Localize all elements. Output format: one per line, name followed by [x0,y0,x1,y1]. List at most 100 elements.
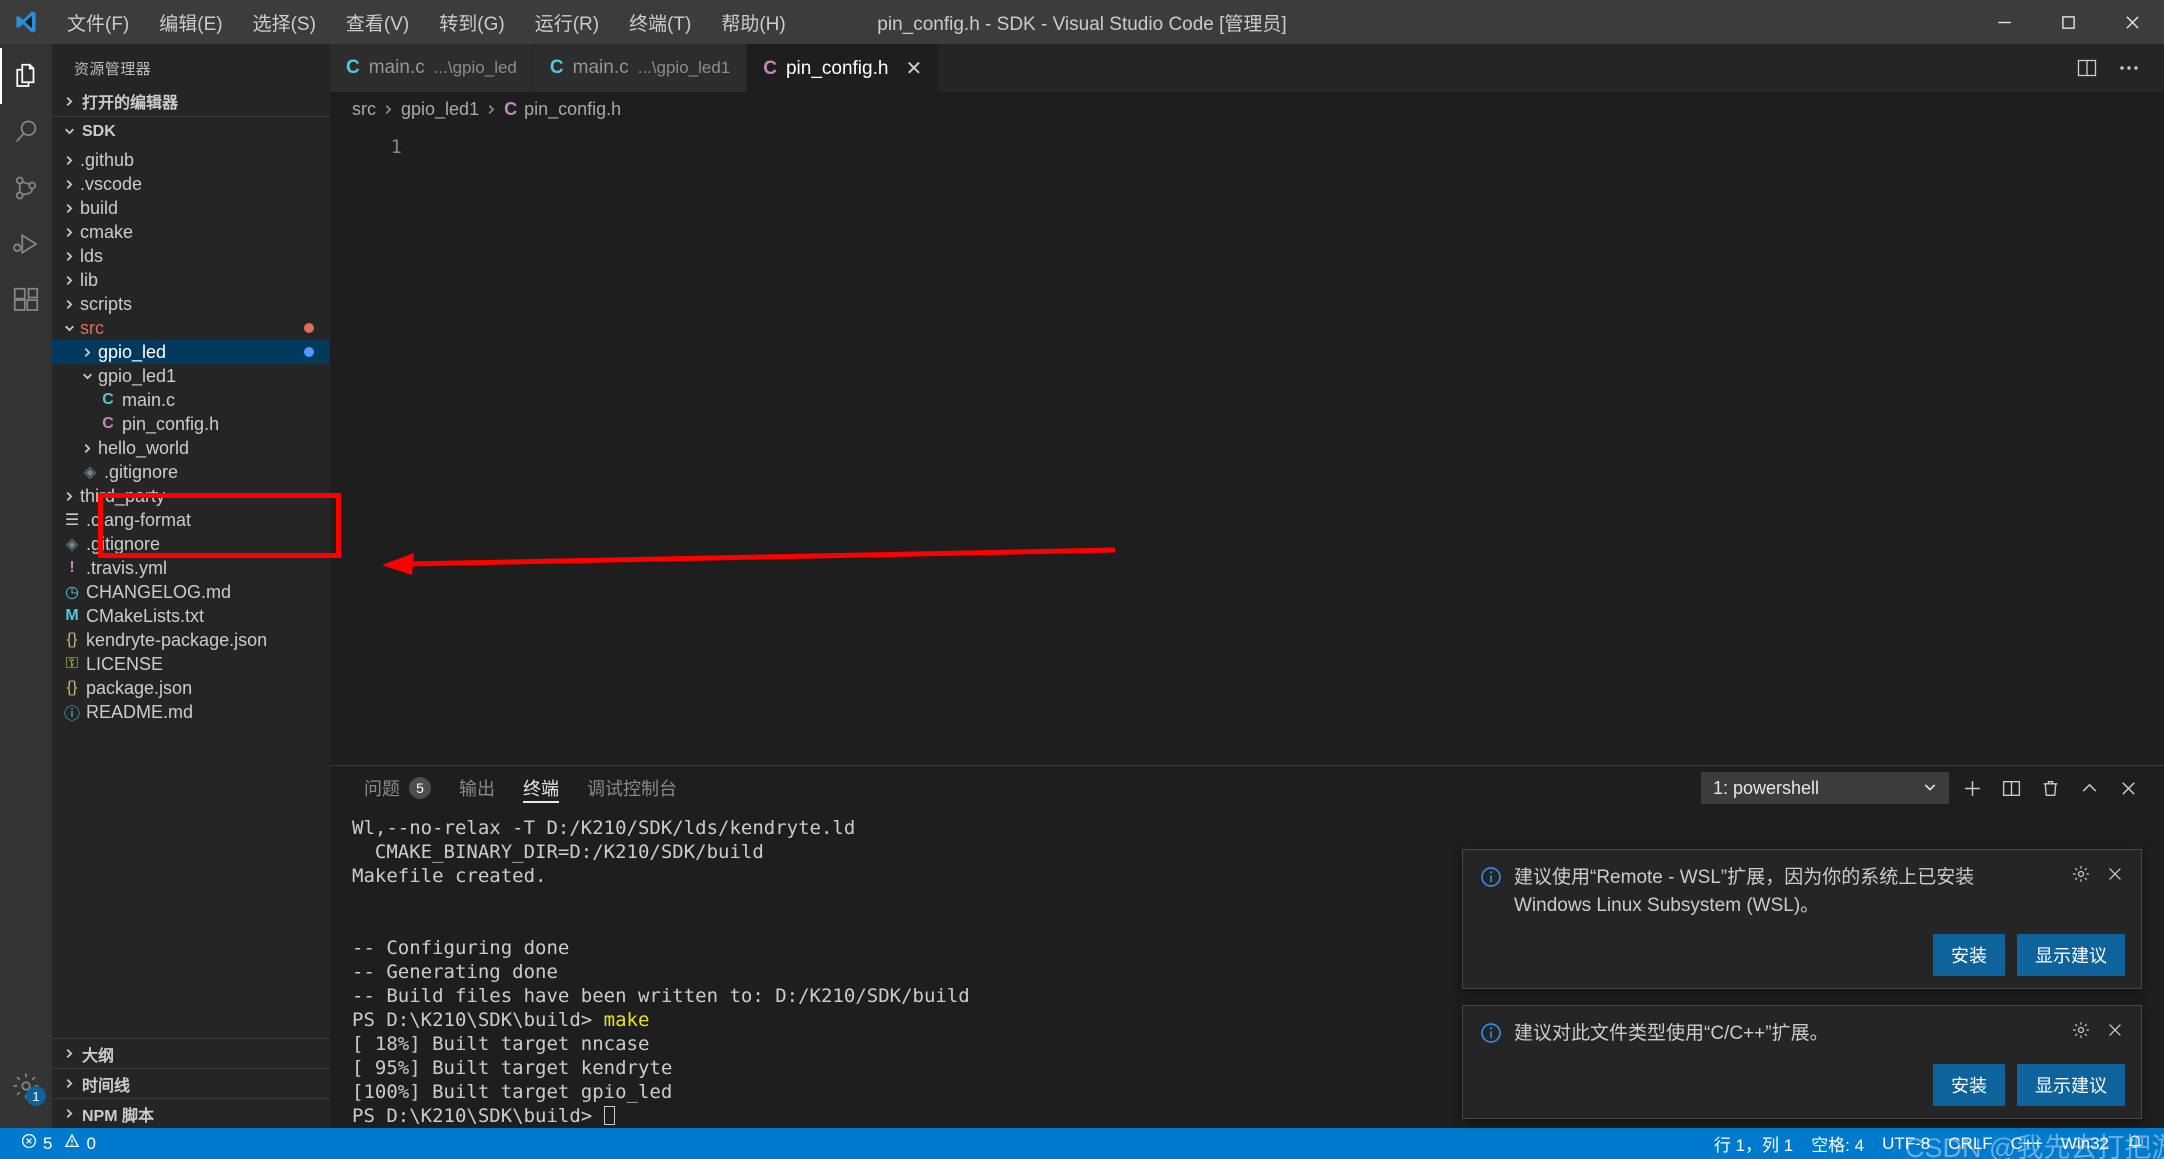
gear-icon[interactable] [2071,1020,2091,1045]
tree-item-gitignore[interactable]: ◈ .gitignore [52,460,330,484]
menu-view[interactable]: 查看(V) [331,4,424,41]
status-language-mode[interactable]: C++ [2002,1128,2052,1159]
tree-item-vscode[interactable]: .vscode [52,172,330,196]
tab-close-icon[interactable]: ✕ [905,59,922,79]
tree-item-label: third_party [80,485,166,506]
breadcrumb-gpio-led1[interactable]: gpio_led1 [401,99,479,120]
error-icon [21,1133,37,1154]
tree-item-pin-config-h[interactable]: Cpin_config.h [52,412,330,436]
tree-item-lib[interactable]: lib [52,268,330,292]
chevron-down-icon [78,371,96,382]
gear-icon[interactable] [2071,864,2091,889]
status-encoding[interactable]: UTF-8 [1873,1128,1939,1159]
tab-label: pin_config.h [785,57,889,79]
tree-item-github[interactable]: .github [52,148,330,172]
tree-item-build[interactable]: build [52,196,330,220]
status-problems[interactable]: 5 0 [12,1128,105,1159]
tree-item-package-json[interactable]: {} package.json [52,676,330,700]
status-notifications-bell[interactable] [2118,1128,2152,1159]
show-recommendations-button[interactable]: 显示建议 [2017,934,2125,976]
chevron-right-icon [60,299,78,310]
tree-item-cmakelists-txt[interactable]: M CMakeLists.txt [52,604,330,628]
file-c-icon: C [102,391,114,408]
activity-manage-gear-icon[interactable]: 1 [0,1058,52,1114]
close-icon[interactable] [2100,0,2164,44]
menu-help[interactable]: 帮助(H) [706,4,800,41]
menu-run[interactable]: 运行(R) [520,4,614,41]
split-terminal-icon[interactable] [1995,772,2027,804]
close-icon[interactable] [2105,864,2125,889]
install-button[interactable]: 安装 [1933,1064,2005,1106]
section-npm-scripts[interactable]: NPM 脚本 [52,1098,330,1128]
tab-pin-config-h[interactable]: C pin_config.h ✕ [747,44,940,92]
tree-item-gitignore[interactable]: ◈ .gitignore [52,532,330,556]
tree-item-scripts[interactable]: scripts [52,292,330,316]
status-cursor-position[interactable]: 行 1，列 1 [1705,1128,1802,1159]
activity-search-icon[interactable] [0,104,52,160]
status-eol[interactable]: CRLF [1939,1128,2001,1159]
tree-item-readme-md[interactable]: ⓘ README.md [52,700,330,724]
tree-item-clang-format[interactable]: ☰ .clang-format [52,508,330,532]
tree-item-main-c[interactable]: Cmain.c [52,388,330,412]
section-workspace-root[interactable]: SDK [52,116,330,146]
status-indentation[interactable]: 空格: 4 [1802,1128,1873,1159]
panel-tab-problems[interactable]: 问题 5 [352,766,443,810]
activity-explorer-icon[interactable] [0,48,52,104]
minimize-icon[interactable] [1972,0,2036,44]
tree-item-changelog-md[interactable]: ◷ CHANGELOG.md [52,580,330,604]
tab-main-c-gpio-led1[interactable]: C main.c ...\gpio_led1 [533,44,748,92]
warning-icon [64,1133,80,1154]
menu-file[interactable]: 文件(F) [52,4,144,41]
tree-item-hello-world[interactable]: hello_world [52,436,330,460]
tree-item-third-party[interactable]: third_party [52,484,330,508]
tree-item-label: pin_config.h [122,413,220,434]
tree-item-license[interactable]: ⚿ LICENSE [52,652,330,676]
show-recommendations-button[interactable]: 显示建议 [2017,1064,2125,1106]
tab-main-c-gpio-led[interactable]: C main.c ...\gpio_led [330,44,534,92]
tab-path: ...\gpio_led [433,58,517,77]
tree-item-gpio-led[interactable]: gpio_led [52,340,330,364]
activity-extensions-icon[interactable] [0,272,52,328]
menu-terminal[interactable]: 终端(T) [614,4,706,41]
tree-item-lds[interactable]: lds [52,244,330,268]
chevron-right-icon [78,443,96,454]
close-panel-icon[interactable] [2112,772,2144,804]
tree-item-gpio-led1[interactable]: gpio_led1 [52,364,330,388]
menu-edit[interactable]: 编辑(E) [144,4,237,41]
chevron-right-icon [60,92,78,110]
close-icon[interactable] [2105,1020,2125,1045]
maximize-panel-icon[interactable] [2073,772,2105,804]
file-tree[interactable]: .github .vscode build cmake lds lib scripts src… [52,146,330,1038]
maximize-icon[interactable] [2036,0,2100,44]
install-button[interactable]: 安装 [1933,934,2005,976]
tree-item-src[interactable]: src [52,316,330,340]
more-actions-icon[interactable] [2112,53,2146,83]
code-editor[interactable]: 1 [330,126,2164,765]
menu-goto[interactable]: 转到(G) [424,4,519,41]
file-cmake-icon: M [65,607,79,624]
section-outline[interactable]: 大纲 [52,1038,330,1068]
split-editor-icon[interactable] [2070,53,2104,83]
section-open-editors[interactable]: 打开的编辑器 [52,86,330,116]
terminal-selector-dropdown[interactable]: 1: powershell [1701,772,1949,804]
tree-item-status-dot [304,347,314,357]
tree-item-cmake[interactable]: cmake [52,220,330,244]
status-platform[interactable]: Win32 [2052,1128,2118,1159]
tree-item-label: .travis.yml [86,557,167,578]
tree-item-travis-yml[interactable]: ! .travis.yml [52,556,330,580]
notification-message: 建议使用“Remote - WSL”扩展，因为你的系统上已安装 Windows … [1514,867,1975,916]
section-timeline[interactable]: 时间线 [52,1068,330,1098]
breadcrumb-pin-config-h[interactable]: pin_config.h [524,99,621,120]
panel-tab-terminal[interactable]: 终端 [511,766,571,810]
new-terminal-icon[interactable] [1956,772,1988,804]
panel-tab-debug-console[interactable]: 调试控制台 [575,766,689,810]
activity-run-debug-icon[interactable] [0,216,52,272]
chevron-right-icon [383,104,394,115]
tree-item-kendryte-package-json[interactable]: {} kendryte-package.json [52,628,330,652]
breadcrumb-src[interactable]: src [352,99,376,120]
terminal-line: Wl,--no-relax -T D:/K210/SDK/lds/kendryt… [352,817,856,839]
activity-source-control-icon[interactable] [0,160,52,216]
menu-selection[interactable]: 选择(S) [238,4,331,41]
kill-terminal-icon[interactable] [2034,772,2066,804]
panel-tab-output[interactable]: 输出 [447,766,507,810]
